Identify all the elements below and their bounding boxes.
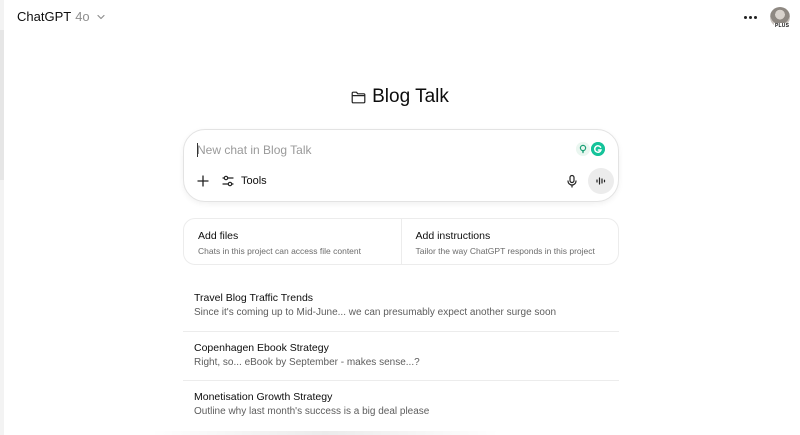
- chat-list-item[interactable]: Copenhagen Ebook Strategy Right, so... e…: [183, 332, 619, 381]
- microphone-icon[interactable]: [564, 173, 580, 189]
- more-dot: [753, 15, 757, 19]
- chat-snippet: Right, so... eBook by September - makes …: [194, 356, 420, 368]
- chat-list-item[interactable]: Monetisation Growth Strategy Outline why…: [183, 381, 619, 431]
- voice-mode-button[interactable]: [588, 168, 614, 194]
- sliders-icon: [222, 175, 234, 187]
- model-version: 4o: [75, 9, 90, 24]
- chat-snippet: Outline why last month's success is a bi…: [194, 406, 430, 417]
- project-heading: Blog Talk: [0, 86, 800, 108]
- model-name: ChatGPT: [17, 9, 72, 24]
- text-caret: [197, 143, 198, 157]
- chat-title: Monetisation Growth Strategy: [194, 391, 333, 403]
- chevron-down-icon: [97, 14, 105, 19]
- chat-snippet: Since it's coming up to Mid-June... we c…: [194, 307, 557, 318]
- card-title: Add instructions: [415, 230, 491, 242]
- left-scroll-edge: [0, 0, 4, 435]
- more-horizontal-icon: [743, 15, 747, 19]
- composer: Tools: [183, 129, 619, 202]
- tools-label: Tools: [241, 175, 267, 187]
- chat-title: Travel Blog Traffic Trends: [194, 292, 314, 304]
- plus-button[interactable]: [195, 173, 211, 189]
- project-cards: Add files Chats in this project can acce…: [183, 218, 619, 265]
- top-bar: ChatGPT 4o PLUS: [0, 0, 800, 36]
- chat-title: Copenhagen Ebook Strategy: [194, 341, 329, 354]
- card-description: Tailor the way ChatGPT responds in this …: [415, 246, 595, 256]
- card-title: Add files: [198, 230, 239, 242]
- voice-mode-icon: [596, 177, 606, 185]
- add-files-card[interactable]: Add files Chats in this project can acce…: [184, 219, 401, 264]
- project-chat-list: Travel Blog Traffic Trends Since it's co…: [183, 282, 619, 431]
- plan-badge: PLUS: [774, 23, 791, 29]
- more-options-button[interactable]: [741, 9, 759, 25]
- prompt-input[interactable]: [197, 141, 557, 159]
- grammarly-icon[interactable]: [591, 142, 605, 156]
- chat-list-item[interactable]: Travel Blog Traffic Trends Since it's co…: [183, 282, 619, 332]
- tools-button[interactable]: Tools: [221, 173, 267, 189]
- add-instructions-card[interactable]: Add instructions Tailor the way ChatGPT …: [400, 219, 619, 264]
- more-dot: [748, 15, 752, 19]
- lightbulb-extension-icon[interactable]: [576, 142, 590, 156]
- extension-icons: [576, 142, 606, 158]
- model-switcher[interactable]: ChatGPT 4o: [17, 9, 106, 24]
- folder-icon: [351, 91, 366, 103]
- project-title: Blog Talk: [372, 86, 449, 107]
- bottom-fade: [150, 431, 500, 435]
- card-description: Chats in this project can access file co…: [198, 246, 361, 256]
